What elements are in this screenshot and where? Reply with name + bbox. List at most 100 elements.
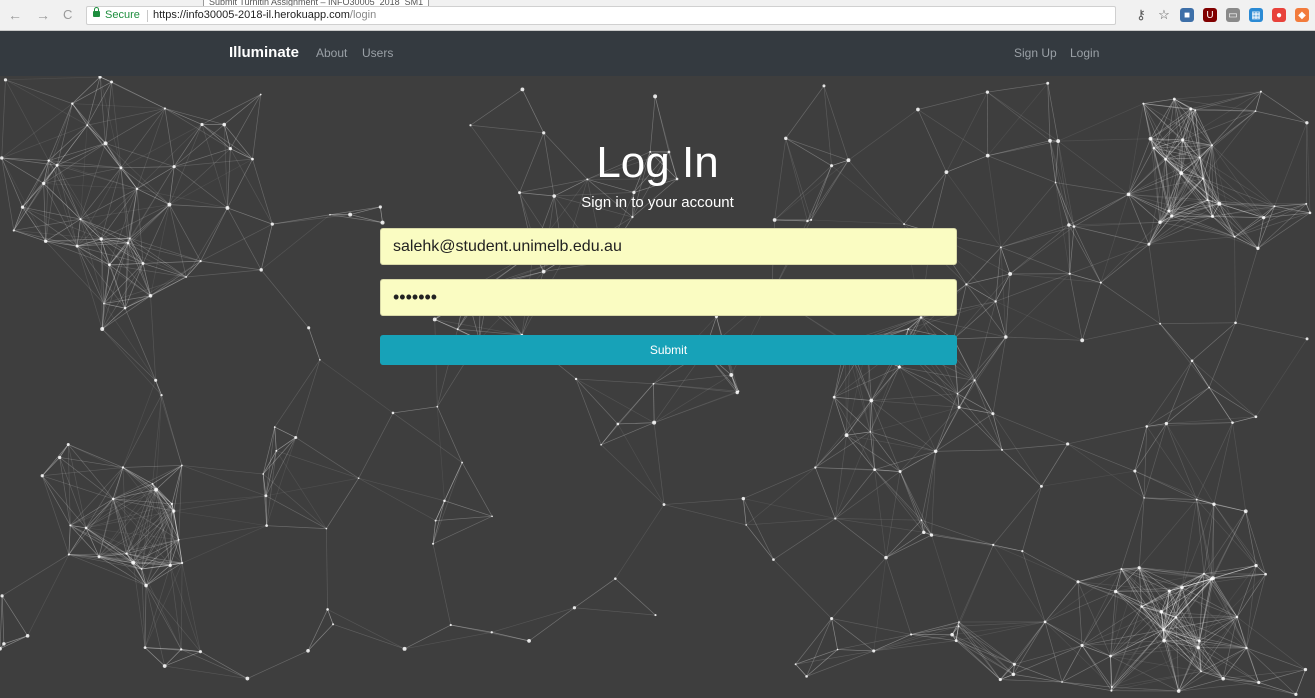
network-line	[274, 359, 321, 428]
network-line	[522, 89, 545, 133]
network-line	[653, 383, 739, 392]
network-node	[1158, 220, 1162, 224]
network-node	[326, 608, 329, 611]
network-line	[276, 450, 327, 529]
network-line	[1081, 645, 1113, 688]
network-node	[616, 422, 620, 426]
network-node	[1235, 615, 1239, 619]
network-line	[1234, 236, 1236, 323]
nav-users-link[interactable]: Users	[362, 46, 393, 60]
nav-about-link[interactable]: About	[316, 46, 347, 60]
network-line	[953, 336, 1006, 340]
network-line	[885, 557, 912, 635]
back-button[interactable]: ←	[8, 7, 22, 23]
network-line	[743, 498, 774, 560]
network-node	[185, 276, 188, 278]
network-node	[1209, 577, 1213, 581]
network-node	[954, 639, 958, 643]
network-node	[1109, 654, 1112, 658]
network-node	[110, 80, 114, 84]
network-line	[13, 218, 81, 231]
network-line	[871, 366, 900, 401]
brand-link[interactable]: Illuminate	[229, 44, 299, 61]
network-line	[931, 534, 960, 623]
network-node	[973, 379, 976, 382]
toolbar-icons: ⚷ ☆ ■ U ▭ ▦ ● ◆	[1134, 6, 1309, 24]
network-node	[1137, 566, 1141, 570]
extension-icon-2[interactable]: ▭	[1226, 8, 1240, 22]
network-line	[575, 378, 619, 425]
network-line	[68, 525, 71, 555]
network-line	[1191, 360, 1257, 418]
ublock-icon[interactable]: U	[1203, 8, 1217, 22]
network-line	[144, 647, 165, 667]
network-node	[200, 122, 204, 127]
network-line	[1010, 273, 1101, 284]
network-line	[958, 621, 1015, 665]
key-icon[interactable]: ⚷	[1134, 7, 1148, 22]
network-line	[266, 525, 327, 529]
network-line	[1005, 273, 1011, 338]
network-line	[1246, 647, 1306, 670]
network-line	[1260, 91, 1308, 124]
extension-icon-3[interactable]: ▦	[1249, 8, 1263, 22]
network-node	[329, 213, 331, 216]
network-line	[1069, 243, 1150, 275]
network-line	[164, 649, 182, 667]
network-node	[919, 316, 923, 319]
network-node	[1256, 246, 1260, 250]
network-line	[1100, 222, 1161, 283]
network-line	[834, 435, 847, 519]
network-line	[870, 431, 901, 472]
extension-icon-4[interactable]: ●	[1272, 8, 1286, 22]
nav-login-link[interactable]: Login	[1070, 46, 1099, 60]
reload-button[interactable]: C	[63, 7, 72, 23]
nav-signup-link[interactable]: Sign Up	[1014, 46, 1057, 60]
network-node	[357, 477, 360, 479]
network-node	[1067, 223, 1071, 227]
address-bar[interactable]: Secure https://info30005-2018-il.herokua…	[86, 6, 1116, 25]
network-line	[265, 477, 359, 497]
network-node	[574, 377, 578, 381]
network-node	[66, 443, 70, 446]
network-node	[822, 84, 826, 88]
network-line	[653, 383, 655, 423]
network-line	[129, 238, 151, 296]
network-node	[1170, 214, 1174, 218]
network-line	[1009, 224, 1070, 275]
network-line	[1014, 663, 1063, 683]
submit-button[interactable]: Submit	[380, 335, 957, 365]
network-line	[835, 518, 887, 558]
extension-icon[interactable]: ■	[1180, 8, 1194, 22]
network-node	[1120, 567, 1123, 570]
url-text: https://info30005-2018-il.herokuapp.com/…	[153, 9, 376, 21]
extension-icon-5[interactable]: ◆	[1295, 8, 1309, 22]
network-line	[1148, 244, 1161, 324]
network-line	[837, 649, 874, 652]
network-line	[957, 380, 975, 394]
network-line	[846, 434, 875, 470]
network-node	[1159, 609, 1164, 614]
password-input[interactable]	[380, 279, 957, 316]
network-line	[180, 563, 183, 650]
network-line	[164, 651, 201, 667]
network-node	[172, 509, 176, 513]
network-line	[1258, 682, 1297, 695]
network-line	[746, 518, 836, 526]
network-line	[122, 394, 162, 468]
star-icon[interactable]: ☆	[1157, 7, 1171, 22]
network-node	[1167, 589, 1171, 593]
network-line	[899, 450, 936, 472]
network-line	[831, 557, 887, 619]
network-node	[1164, 421, 1169, 426]
network-line	[1067, 443, 1135, 472]
network-line	[1196, 422, 1233, 500]
network-node	[0, 646, 2, 651]
forward-button[interactable]: →	[36, 7, 50, 23]
network-line	[1081, 591, 1116, 646]
network-node	[1021, 550, 1024, 553]
network-line	[200, 207, 228, 262]
email-input[interactable]	[380, 228, 957, 265]
network-node	[1305, 121, 1309, 125]
network-node	[154, 378, 158, 382]
